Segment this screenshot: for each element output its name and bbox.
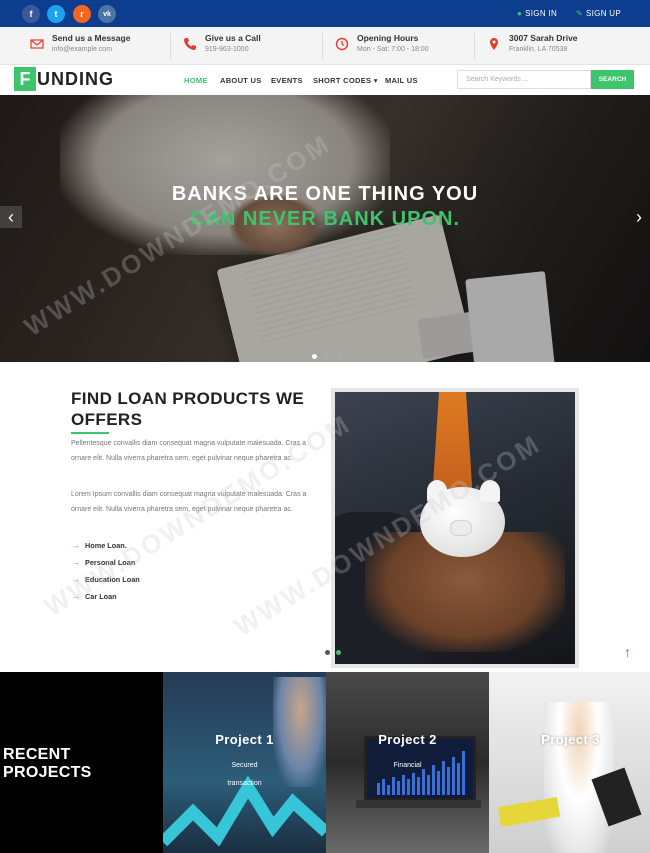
map-pin-icon xyxy=(490,38,498,50)
message-info: Send us a Message info@example.com xyxy=(30,33,130,59)
address-city: Franklin, LA 70538 xyxy=(509,46,568,53)
main-navigation: F UNDING HOME ABOUT US EVENTS SHORT CODE… xyxy=(0,65,650,95)
call-title: Give us a Call xyxy=(205,33,261,43)
twitter-icon[interactable]: t xyxy=(47,5,65,23)
project-card[interactable]: Project 2 Financial xyxy=(326,672,489,853)
hero-subheading: CAN NEVER BANK UPON. xyxy=(189,208,461,230)
message-email[interactable]: info@example.com xyxy=(52,46,130,53)
user-icon: ● xyxy=(517,9,523,18)
hero-heading: BANKS ARE ONE THING YOU xyxy=(171,183,479,205)
project-subtitle: Secured xyxy=(231,762,258,769)
hours-info: Opening Hours Mon - Sat: 7:00 - 18:00 xyxy=(335,33,429,59)
nav-item-about-us[interactable]: ABOUT US xyxy=(220,76,262,85)
address-info: 3007 Sarah Drive Franklin, LA 70538 xyxy=(487,33,578,59)
call-info: Give us a Call 919-963-1000 xyxy=(183,33,261,59)
list-item-label: Education Loan xyxy=(85,574,140,584)
list-item[interactable]: → Car Loan xyxy=(71,591,117,601)
list-item[interactable]: → Home Loan. xyxy=(71,540,127,550)
nav-item-short-codes[interactable]: SHORT CODES ▾ xyxy=(313,76,378,85)
hero-slider: BANKS ARE ONE THING YOU CAN NEVER BANK U… xyxy=(0,95,650,362)
arrow-right-icon: → xyxy=(71,574,80,584)
project-subtitle: Financial xyxy=(393,762,422,769)
hours-value: Mon - Sat: 7:00 - 18:00 xyxy=(357,46,429,53)
loan-paragraph: Pellentesque convallis diam consequat ma… xyxy=(71,440,307,462)
list-item[interactable]: → Personal Loan xyxy=(71,557,135,567)
logo-letter: F xyxy=(14,67,36,91)
list-item-label: Personal Loan xyxy=(85,557,136,567)
arrow-right-icon: → xyxy=(71,557,80,567)
projects-heading: RECENT PROJECTS xyxy=(3,746,92,781)
message-title: Send us a Message xyxy=(52,33,131,43)
facebook-icon[interactable]: f xyxy=(22,5,40,23)
nav-item-events[interactable]: EVENTS xyxy=(271,76,303,85)
slider-dots xyxy=(312,354,343,359)
loan-paragraph: Lorem Ipsum convallis diam consequat mag… xyxy=(71,491,307,513)
scroll-to-top-icon[interactable]: ↑ xyxy=(624,644,631,660)
vk-icon[interactable]: vk xyxy=(98,5,116,23)
nav-item-home[interactable]: HOME xyxy=(184,76,208,85)
recent-projects: RECENT PROJECTS Project 1 Secured transa… xyxy=(0,672,650,853)
project-card[interactable]: Project 3 xyxy=(489,672,650,853)
address-title: 3007 Sarah Drive xyxy=(509,33,578,43)
sign-in-link[interactable]: ● SIGN IN xyxy=(517,9,557,18)
search-button[interactable]: SEARCH xyxy=(591,70,634,89)
info-divider xyxy=(474,33,475,59)
slider-dot[interactable] xyxy=(336,650,341,655)
clock-icon xyxy=(335,37,349,51)
site-logo[interactable]: F UNDING xyxy=(14,66,114,92)
sign-in-label: SIGN IN xyxy=(525,9,558,18)
search-input[interactable]: Search Keywords ... xyxy=(457,70,591,89)
edit-icon: ✎ xyxy=(576,9,584,18)
piggy-ear xyxy=(427,480,447,502)
list-item-label: Car Loan xyxy=(85,591,117,601)
image-slider-dots xyxy=(325,650,341,655)
slider-dot[interactable] xyxy=(338,354,343,359)
info-divider xyxy=(170,33,171,59)
list-item[interactable]: → Education Loan xyxy=(71,574,140,584)
slider-prev-arrow-icon[interactable]: ‹ xyxy=(0,206,22,228)
info-divider xyxy=(322,33,323,59)
contact-info-bar: Send us a Message info@example.com Give u… xyxy=(0,27,650,65)
sign-up-link[interactable]: ✎ SIGN UP xyxy=(576,9,621,18)
call-number[interactable]: 919-963-1000 xyxy=(205,46,261,53)
hours-title: Opening Hours xyxy=(357,33,419,43)
logo-text: UNDING xyxy=(37,68,114,89)
top-bar: f t r vk ● SIGN IN ✎ SIGN UP xyxy=(0,0,650,27)
project-title: Project 2 xyxy=(378,732,437,747)
slider-dot[interactable] xyxy=(325,650,330,655)
envelope-icon xyxy=(30,39,44,49)
slider-dot[interactable] xyxy=(325,354,330,359)
nav-item-mail-us[interactable]: MAIL US xyxy=(385,76,418,85)
slider-next-arrow-icon[interactable]: › xyxy=(628,206,650,228)
piggy-snout xyxy=(450,520,472,536)
phone-icon xyxy=(184,38,196,50)
title-underline xyxy=(71,432,109,434)
project-title: Project 1 xyxy=(215,732,274,747)
slider-dot[interactable] xyxy=(312,354,317,359)
project-card[interactable]: Project 1 Secured transaction xyxy=(163,672,326,853)
arrow-right-icon: → xyxy=(71,591,80,601)
section-title: FIND LOAN PRODUCTS WE OFFERS xyxy=(71,389,305,429)
list-item-label: Home Loan. xyxy=(85,540,127,550)
projects-heading-panel: RECENT PROJECTS xyxy=(0,672,163,853)
project-title: Project 3 xyxy=(541,732,600,747)
laptop-base xyxy=(356,800,481,808)
rss-icon[interactable]: r xyxy=(73,5,91,23)
sign-up-label: SIGN UP xyxy=(586,9,622,18)
piggy-ear xyxy=(480,480,500,502)
piggy-bank-image xyxy=(331,388,579,668)
project-subtitle: transaction xyxy=(227,780,262,787)
arrow-right-icon: → xyxy=(71,540,80,550)
